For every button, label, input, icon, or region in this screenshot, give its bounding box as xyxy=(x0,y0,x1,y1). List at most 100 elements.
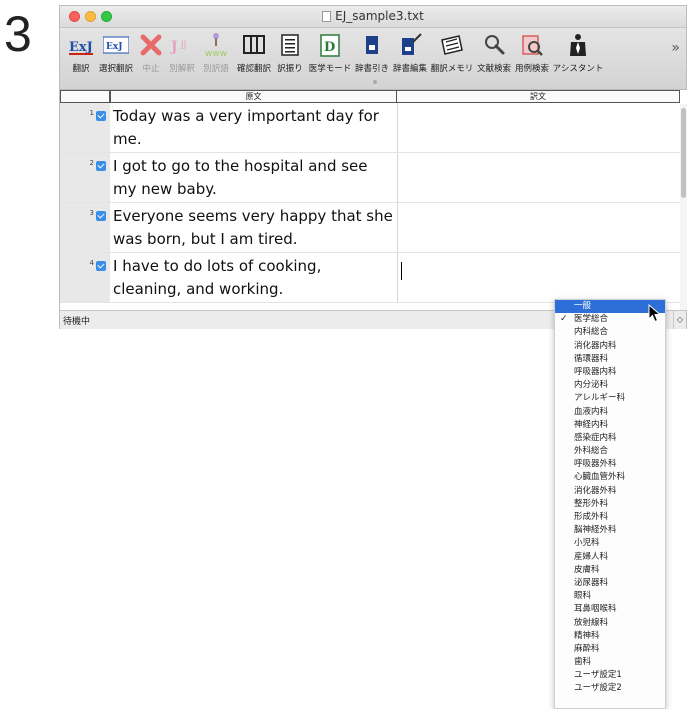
literature-search-icon xyxy=(481,32,507,58)
dropdown-menu-item[interactable]: 呼吸器内科 xyxy=(555,366,665,379)
toolbar-overflow-button[interactable]: » xyxy=(671,40,680,56)
dropdown-item-label: 神経内科 xyxy=(574,419,609,430)
source-text-cell[interactable]: I have to do lots of cooking, cleaning, … xyxy=(113,255,393,301)
table-row[interactable]: 4 I have to do lots of cooking, cleaning… xyxy=(60,253,680,303)
dropdown-menu-item[interactable]: 放射線科 xyxy=(555,617,665,630)
medical-mode-button[interactable]: D 医学モード xyxy=(308,32,352,74)
dictionary-edit-button[interactable]: 辞書編集 xyxy=(392,32,428,74)
field-dropdown-menu: 一般 ✓ 医学総合 内科総合 消化器内科 循環器科 呼吸器内科 内分泌科 アレルギー科 血液内科神… xyxy=(554,299,666,709)
translation-memory-label: 翻訳メモリ xyxy=(430,64,474,74)
dropdown-menu-item[interactable]: 感染症内科 xyxy=(555,432,665,445)
title-bar: EJ_sample3.txt xyxy=(60,6,686,28)
text-cursor xyxy=(401,262,402,280)
dropdown-menu-item[interactable]: 呼吸器外科 xyxy=(555,458,665,471)
dropdown-menu-item[interactable]: ユーザ設定2 xyxy=(555,682,665,695)
dropdown-item-label: 心臓血管外科 xyxy=(574,472,626,483)
dropdown-menu-item[interactable]: 心臓血管外科 xyxy=(555,471,665,484)
dictionary-edit-label: 辞書編集 xyxy=(392,64,427,74)
row-checkbox[interactable] xyxy=(96,211,106,221)
window-title: EJ_sample3.txt xyxy=(60,9,686,23)
dictionary-lookup-button[interactable]: 辞書引き xyxy=(354,32,390,74)
assistant-button[interactable]: アシスタント xyxy=(552,32,604,74)
column-divider xyxy=(397,103,398,152)
dropdown-menu-item[interactable]: 産婦人科 xyxy=(555,551,665,564)
literature-search-button[interactable]: 文献検索 xyxy=(476,32,512,74)
translate-button[interactable]: ExJ 翻訳 xyxy=(66,32,96,74)
table-row[interactable]: 2 I got to go to the hospital and see my… xyxy=(60,153,680,203)
column-divider xyxy=(397,153,398,202)
dropdown-menu-item[interactable]: 小児科 xyxy=(555,537,665,550)
dropdown-menu-item[interactable]: アレルギー科 xyxy=(555,392,665,405)
dropdown-menu-item[interactable]: 消化器内科 xyxy=(555,340,665,353)
dropdown-menu-item[interactable]: 皮膚科 xyxy=(555,564,665,577)
dropdown-menu-item[interactable]: 外科総合 xyxy=(555,445,665,458)
dropdown-menu-item[interactable]: 神経内科 xyxy=(555,419,665,432)
dropdown-menu-item[interactable]: 歯科 xyxy=(555,656,665,669)
scrollbar-thumb[interactable] xyxy=(681,108,686,198)
dropdown-item-label: 歯科 xyxy=(574,657,592,668)
dropdown-menu-item[interactable]: ユーザ設定1 xyxy=(555,669,665,682)
svg-text:J: J xyxy=(169,39,178,55)
dropdown-item-label: 感染症内科 xyxy=(574,432,617,443)
dropdown-item-label: 消化器外科 xyxy=(574,485,617,496)
row-checkbox[interactable] xyxy=(96,161,106,171)
row-gutter: 4 xyxy=(60,253,110,302)
dropdown-menu-item[interactable]: 耳鼻咽喉科 xyxy=(555,603,665,616)
alt-word-label: 別訳語 xyxy=(203,64,229,74)
alt-word-button[interactable]: www 別訳語 xyxy=(200,32,232,74)
assistant-icon xyxy=(565,32,591,58)
dropdown-menu-item[interactable]: 泌尿器科 xyxy=(555,577,665,590)
alt-interpret-icon: J JJ xyxy=(169,32,195,58)
dropdown-item-label: 小児科 xyxy=(574,538,600,549)
dictionary-lookup-label: 辞書引き xyxy=(354,64,389,74)
dropdown-menu-item[interactable]: 消化器外科 xyxy=(555,485,665,498)
dropdown-menu-item[interactable]: 内科総合 xyxy=(555,326,665,339)
row-number: 1 xyxy=(89,109,94,117)
confirm-translate-button[interactable]: 確認翻訳 xyxy=(236,32,272,74)
row-checkbox[interactable] xyxy=(96,111,106,121)
assistant-label: アシスタント xyxy=(552,64,604,74)
dropdown-item-label: 脳神経外科 xyxy=(574,525,617,536)
translation-memory-icon xyxy=(439,32,465,58)
row-gutter: 2 xyxy=(60,153,110,202)
interlinear-icon xyxy=(277,32,303,58)
source-text-cell[interactable]: Today was a very important day for me. xyxy=(113,105,393,151)
medical-mode-label: 医学モード xyxy=(308,64,352,74)
vertical-scrollbar[interactable] xyxy=(680,104,687,310)
column-header-number xyxy=(60,90,110,103)
dropdown-menu-item[interactable]: 脳神経外科 xyxy=(555,524,665,537)
dropdown-menu-item[interactable]: 血液内科 xyxy=(555,406,665,419)
dropdown-menu-item[interactable]: 整形外科 xyxy=(555,498,665,511)
source-text-cell[interactable]: I got to go to the hospital and see my n… xyxy=(113,155,393,201)
select-translate-button[interactable]: ExJ 選択翻訳 xyxy=(98,32,134,74)
dropdown-menu-item[interactable]: 精神科 xyxy=(555,630,665,643)
column-header-target[interactable]: 訳文 xyxy=(396,90,680,103)
exj-translate-icon: ExJ xyxy=(68,32,94,58)
row-checkbox[interactable] xyxy=(96,261,106,271)
table-row[interactable]: 1 Today was a very important day for me. xyxy=(60,103,680,153)
dropdown-item-label: 内科総合 xyxy=(574,327,609,338)
toolbar: ExJ 翻訳 ExJ 選択翻訳 中止 J JJ 別解釈 www 別訳語 確認翻訳… xyxy=(60,28,686,90)
column-header-source[interactable]: 原文 xyxy=(110,90,397,103)
interlinear-button[interactable]: 訳振り xyxy=(276,32,304,74)
columns-icon xyxy=(241,32,267,58)
dropdown-menu-item[interactable]: 内分泌科 xyxy=(555,379,665,392)
dropdown-item-label: 皮膚科 xyxy=(574,564,600,575)
document-icon xyxy=(322,11,332,22)
dropdown-menu-item[interactable]: 麻酔科 xyxy=(555,643,665,656)
toolbar-divider-handle[interactable] xyxy=(373,80,377,84)
example-search-button[interactable]: 用例検索 xyxy=(514,32,550,74)
alt-interpret-button[interactable]: J JJ 別解釈 xyxy=(166,32,198,74)
field-select-stepper-icon[interactable]: ◇ xyxy=(673,311,686,329)
translation-memory-button[interactable]: 翻訳メモリ xyxy=(430,32,474,74)
dropdown-menu-item[interactable]: 循環器科 xyxy=(555,353,665,366)
dropdown-item-label: ユーザ設定2 xyxy=(574,683,622,694)
stop-button[interactable]: 中止 xyxy=(138,32,164,74)
source-text-cell[interactable]: Everyone seems very happy that she was b… xyxy=(113,205,393,251)
table-row[interactable]: 3 Everyone seems very happy that she was… xyxy=(60,203,680,253)
svg-text:ExJ: ExJ xyxy=(106,42,122,52)
dictionary-lookup-icon xyxy=(359,32,385,58)
dropdown-menu-item[interactable]: 形成外科 xyxy=(555,511,665,524)
dropdown-item-label: 循環器科 xyxy=(574,353,609,364)
dropdown-menu-item[interactable]: 眼科 xyxy=(555,590,665,603)
